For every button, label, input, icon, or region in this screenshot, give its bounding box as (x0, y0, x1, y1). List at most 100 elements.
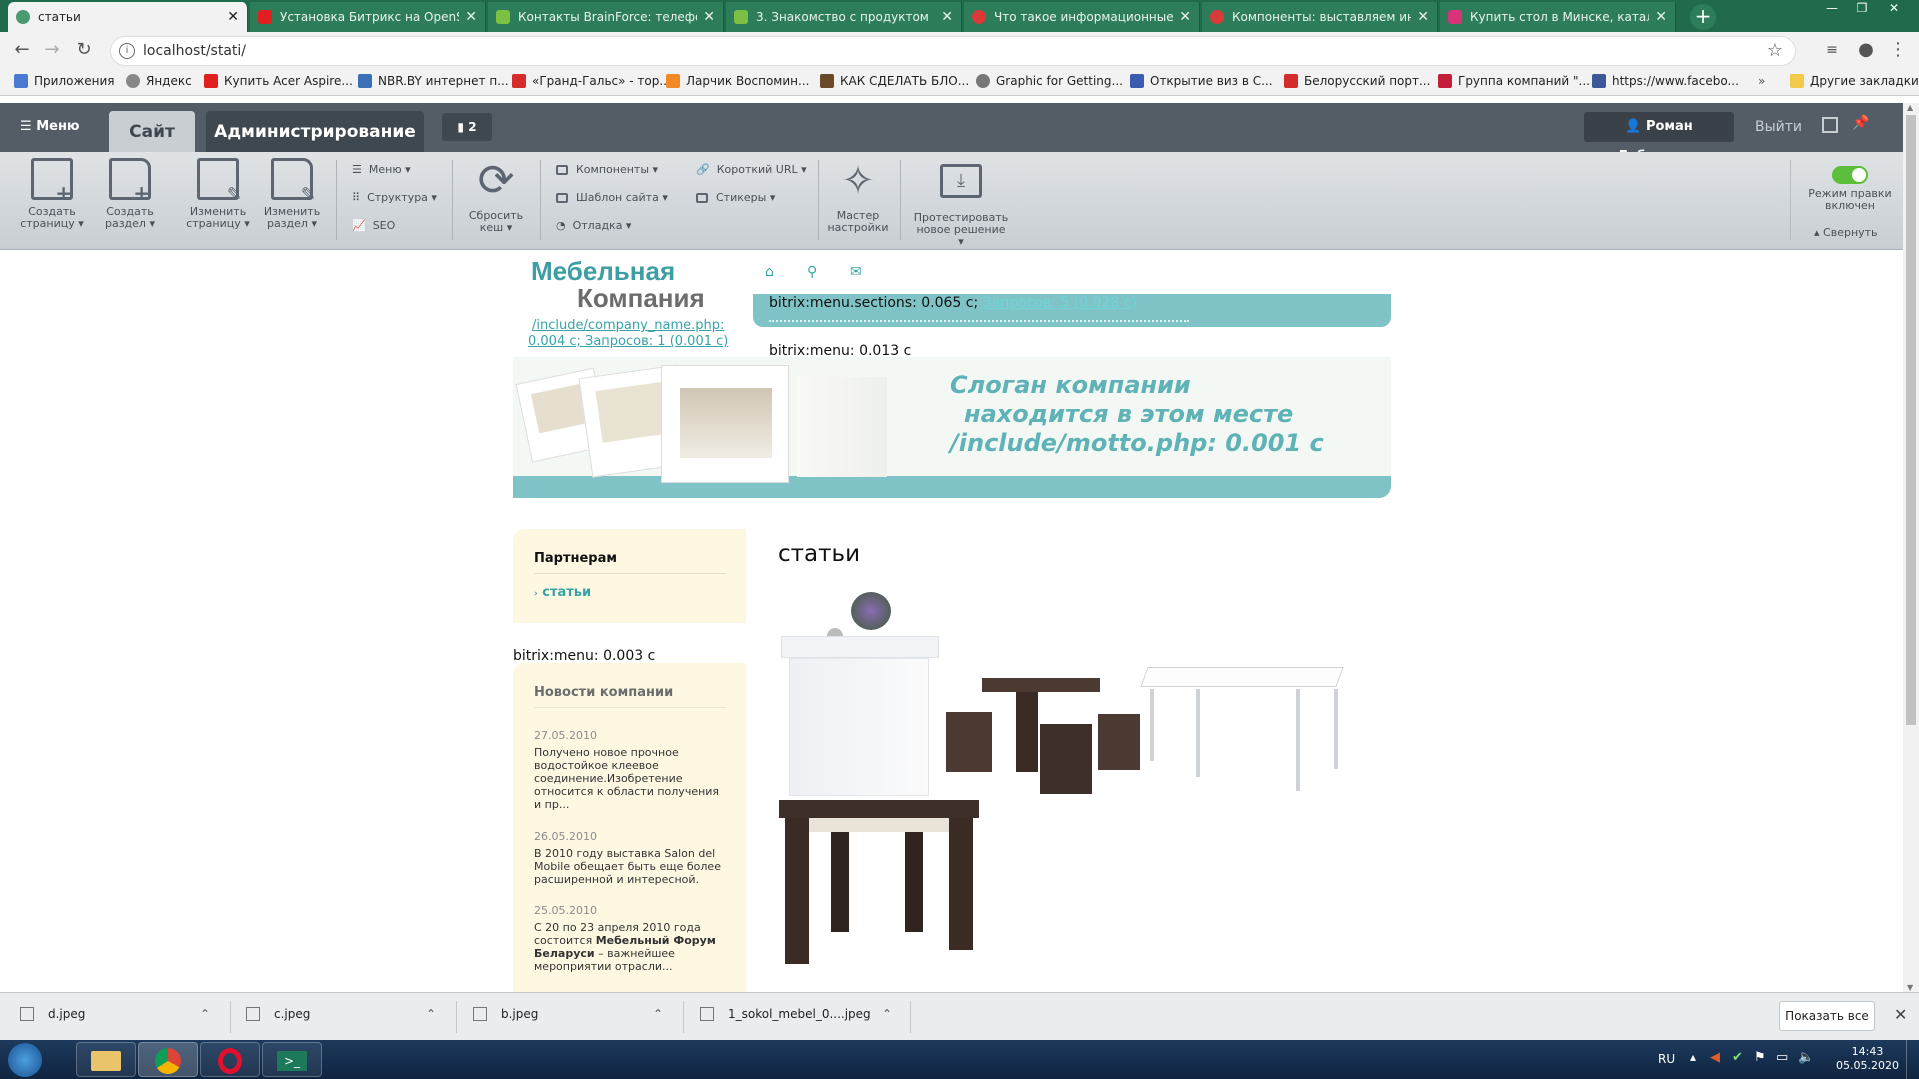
chevron-up-icon[interactable]: ⌃ (653, 1007, 663, 1021)
pin-icon[interactable]: 📌 (1852, 115, 1869, 131)
logout-button[interactable]: Выйти (1755, 119, 1802, 135)
bookmark-acer[interactable]: Купить Acer Aspire... (204, 74, 353, 88)
dark-dining-set-image[interactable] (942, 678, 1140, 796)
kebab-menu-icon[interactable]: ⋮ (1886, 39, 1910, 60)
bookmark-grand-gals[interactable]: «Гранд-Гальс» - тор... (512, 74, 671, 88)
show-desktop-button[interactable] (1906, 1040, 1919, 1079)
bookmark-visa[interactable]: Открытие виз в С... (1130, 74, 1273, 88)
create-section-button[interactable]: + Создать раздел ▾ (98, 158, 162, 230)
tab-buy-table[interactable]: Купить стол в Минске, каталог с ✕ (1440, 2, 1676, 32)
back-icon[interactable]: ← (10, 39, 34, 60)
short-url-tool[interactable]: 🔗 Короткий URL ▾ (696, 163, 807, 176)
reset-cache-button[interactable]: ⟳ Сбросить кеш ▾ (464, 158, 528, 234)
close-icon[interactable]: ✕ (703, 9, 715, 25)
profile-icon[interactable]: ● (1854, 39, 1878, 60)
menu-sections-debug-link[interactable]: Запросов: 5 (0.028 с) (983, 295, 1137, 311)
tab-components[interactable]: Компоненты: выставляем инфо ✕ (1202, 2, 1438, 32)
close-icon[interactable]: ✕ (227, 9, 239, 25)
reload-icon[interactable]: ↻ (72, 39, 96, 60)
debug-tool[interactable]: ◔ Отладка ▾ (556, 219, 631, 232)
scrollbar-thumb[interactable] (1906, 115, 1916, 725)
chevron-up-icon[interactable]: ⌃ (200, 1007, 210, 1021)
close-icon[interactable]: ✕ (1655, 9, 1667, 25)
language-indicator[interactable]: RU (1658, 1052, 1675, 1066)
tray-overflow-icon[interactable]: ▴ (1690, 1050, 1696, 1064)
tray-flag-icon[interactable]: ⚑ (1754, 1050, 1766, 1065)
download-item-c[interactable]: c.jpeg ⌃ (246, 1007, 446, 1021)
clock[interactable]: 14:43 05.05.2020 (1836, 1045, 1899, 1073)
url-input[interactable]: i localhost/stati/ ☆ (110, 36, 1796, 66)
terminal-taskbar-icon[interactable]: >_ (262, 1042, 322, 1077)
opera-taskbar-icon[interactable] (200, 1042, 260, 1077)
white-metal-table-image[interactable] (1140, 667, 1344, 795)
tray-app-icon[interactable]: ◀ (1710, 1050, 1720, 1065)
white-table-with-flowers-image[interactable] (779, 592, 939, 797)
start-button[interactable] (8, 1043, 42, 1077)
user-button[interactable]: 👤 Роман Лободенко (1584, 112, 1734, 164)
wizard-button[interactable]: ✧ Мастер настройки (826, 158, 890, 234)
search-icon[interactable]: ⚲ (807, 264, 817, 280)
menu-tool[interactable]: ☰ Меню ▾ (352, 163, 411, 176)
news-item[interactable]: 26.05.2010 В 2010 году выставка Salon de… (534, 830, 729, 886)
explorer-taskbar-icon[interactable] (76, 1042, 136, 1077)
bookmark-facebook[interactable]: https://www.facebo... (1592, 74, 1739, 88)
tab-product[interactable]: 3. Знакомство с продуктом ✕ (726, 2, 962, 32)
download-item-b[interactable]: b.jpeg ⌃ (473, 1007, 673, 1021)
chevron-up-icon[interactable]: ⌃ (426, 1007, 436, 1021)
new-tab-button[interactable]: + (1690, 4, 1716, 30)
components-tool[interactable]: Компоненты ▾ (556, 163, 658, 176)
scroll-down-icon[interactable]: ▼ (1907, 983, 1913, 992)
notifications-button[interactable]: ▮ 2 (442, 113, 492, 141)
tab-stati[interactable]: статьи ✕ (8, 2, 248, 32)
download-item-d[interactable]: d.jpeg ⌃ (20, 1007, 220, 1021)
edit-mode-toggle[interactable] (1832, 166, 1868, 184)
close-icon[interactable]: ✕ (1179, 9, 1191, 25)
show-all-downloads-button[interactable]: Показать все (1779, 1001, 1875, 1031)
reading-list-icon[interactable]: ≡ (1820, 42, 1844, 58)
page-scrollbar[interactable]: ▲ ▼ (1903, 103, 1919, 992)
close-icon[interactable]: ✕ (1417, 9, 1429, 25)
sidebar-item-stati[interactable]: › статьи (534, 585, 591, 600)
info-icon[interactable]: i (119, 43, 135, 59)
bookmark-blog[interactable]: КАК СДЕЛАТЬ БЛО... (820, 74, 969, 88)
bookmark-graphic[interactable]: Graphic for Getting... (976, 74, 1123, 88)
structure-tool[interactable]: ⠿ Структура ▾ (352, 191, 437, 204)
tab-administration[interactable]: Администрирование (206, 111, 424, 152)
bookmark-apps[interactable]: Приложения (14, 74, 115, 88)
home-icon[interactable]: ⌂ (765, 264, 774, 280)
bookmark-nbr[interactable]: NBR.BY интернет п... (358, 74, 509, 88)
news-item[interactable]: 25.05.2010 С 20 по 23 апреля 2010 года с… (534, 904, 729, 973)
bookmark-larchik[interactable]: Ларчик Воспомин... (666, 74, 809, 88)
bookmark-other[interactable]: Другие закладки (1790, 74, 1919, 88)
bookmarks-overflow-icon[interactable]: » (1758, 74, 1765, 88)
tab-infoblocks[interactable]: Что такое информационные бл ✕ (964, 2, 1200, 32)
tab-bitrix-openserver[interactable]: Установка Битрикс на OpenServer ✕ (250, 2, 486, 32)
download-item-sokol[interactable]: 1_sokol_mebel_0....jpeg ⌃ (700, 1007, 900, 1021)
scroll-up-icon[interactable]: ▲ (1907, 103, 1913, 112)
bookmark-belarus-portal[interactable]: Белорусский порт... (1284, 74, 1430, 88)
bookmark-group[interactable]: Группа компаний "... (1438, 74, 1590, 88)
dark-table-image[interactable] (779, 800, 979, 965)
minimize-icon[interactable]: — (1818, 0, 1846, 18)
volume-icon[interactable]: 🔈 (1798, 1050, 1814, 1065)
close-downloads-icon[interactable]: ✕ (1894, 1005, 1907, 1024)
bitrix-menu-button[interactable]: ☰ Меню (20, 119, 80, 134)
close-icon[interactable]: ✕ (941, 9, 953, 25)
collapse-button[interactable]: ▴ Свернуть (1814, 226, 1878, 239)
company-name-debug-link-1[interactable]: /include/company_name.php: (532, 318, 724, 333)
mail-icon[interactable]: ✉ (850, 264, 862, 280)
stickers-tool[interactable]: Стикеры ▾ (696, 191, 775, 204)
bookmark-star-icon[interactable]: ☆ (1767, 40, 1783, 61)
edit-page-button[interactable]: ✎ Изменить страницу ▾ (186, 158, 250, 230)
chevron-up-icon[interactable]: ⌃ (882, 1007, 892, 1021)
site-template-tool[interactable]: Шаблон сайта ▾ (556, 191, 668, 204)
window-close-icon[interactable]: ✕ (1880, 0, 1908, 18)
window-mode-icon[interactable] (1822, 117, 1838, 133)
edit-section-button[interactable]: ✎ Изменить раздел ▾ (260, 158, 324, 230)
bookmark-yandex[interactable]: Яндекс (126, 74, 192, 88)
tray-check-icon[interactable]: ✔ (1732, 1050, 1743, 1065)
create-page-button[interactable]: + Создать страницу ▾ (20, 158, 84, 230)
company-name-debug-link-2[interactable]: 0.004 с; Запросов: 1 (0.001 с) (528, 334, 728, 349)
forward-icon[interactable]: → (40, 39, 64, 60)
close-icon[interactable]: ✕ (465, 9, 477, 25)
